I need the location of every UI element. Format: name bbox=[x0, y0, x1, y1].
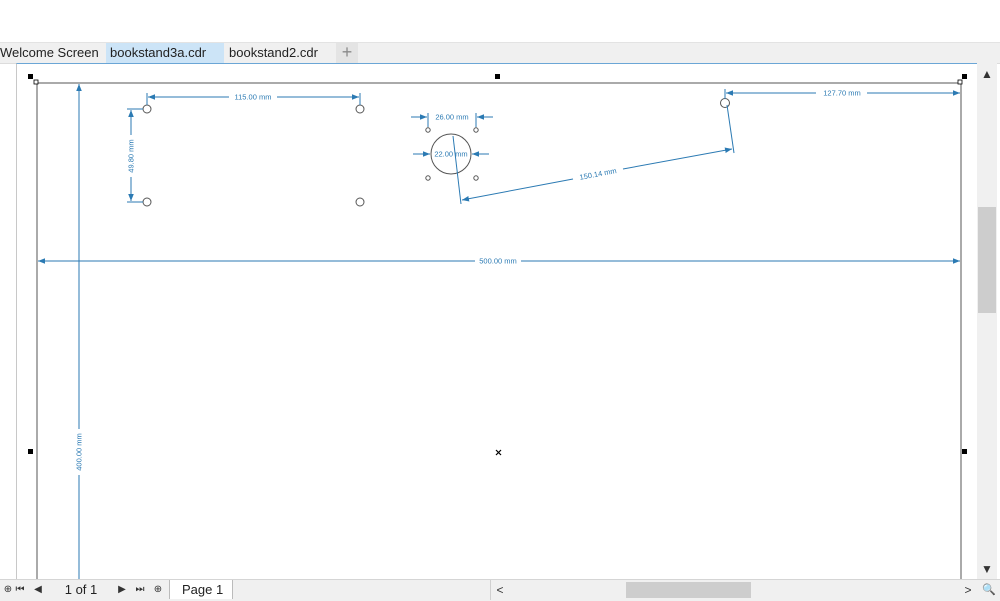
dimension-label-115: 115.00 mm bbox=[235, 93, 272, 102]
hole bbox=[720, 98, 730, 108]
dimension-label-22: 22.00 mm bbox=[434, 150, 467, 159]
handle-middle-right bbox=[962, 449, 967, 454]
scroll-right-icon[interactable]: > bbox=[959, 580, 977, 600]
mount-hole bbox=[425, 175, 431, 181]
tab-bookstand3a[interactable]: bookstand3a.cdr bbox=[106, 43, 224, 63]
dimension-diagonal-distance[interactable] bbox=[452, 104, 735, 205]
vertical-scrollbar[interactable]: ▲ ▼ bbox=[977, 63, 997, 580]
handle-corner-node bbox=[957, 79, 963, 85]
mount-hole bbox=[425, 127, 431, 133]
page-navigation-bar: ⊕ ⏮ ◀ 1 of 1 ▶ ⏭ ⊕ Page 1 < > 🔍 bbox=[0, 579, 1000, 601]
mount-hole bbox=[473, 175, 479, 181]
handle-top-right bbox=[962, 74, 967, 79]
dimension-label-127-70: 127.70 mm bbox=[823, 89, 861, 98]
scroll-up-icon[interactable]: ▲ bbox=[977, 65, 997, 83]
horizontal-scroll-thumb[interactable] bbox=[626, 582, 751, 598]
dimension-label-500: 500.00 mm bbox=[479, 257, 517, 266]
dimension-label-150-14: 150.14 mm bbox=[579, 166, 618, 182]
vertical-scroll-thumb[interactable] bbox=[978, 207, 996, 313]
new-tab-button[interactable]: + bbox=[336, 43, 358, 63]
tab-welcome-screen[interactable]: Welcome Screen bbox=[0, 43, 106, 63]
page-tab-label: Page 1 bbox=[182, 582, 224, 597]
previous-page-icon[interactable]: ◀ bbox=[30, 581, 46, 599]
handle-corner-node bbox=[33, 79, 39, 85]
scroll-down-icon[interactable]: ▼ bbox=[977, 560, 997, 578]
hole bbox=[142, 104, 152, 114]
hole bbox=[142, 197, 152, 207]
zoom-icon[interactable]: 🔍 bbox=[980, 580, 998, 600]
dimension-label-26: 26.00 mm bbox=[435, 113, 468, 122]
hole bbox=[355, 197, 365, 207]
handle-top-left bbox=[28, 74, 33, 79]
drawing-surface[interactable]: 115.00 mm 49.80 mm 26.00 mm 22.00 mm 150… bbox=[17, 64, 978, 581]
drawing-canvas[interactable]: 115.00 mm 49.80 mm 26.00 mm 22.00 mm 150… bbox=[16, 63, 978, 581]
page-count: 1 of 1 bbox=[64, 582, 98, 597]
handle-middle-left bbox=[28, 449, 33, 454]
hole bbox=[355, 104, 365, 114]
dimension-label-400: 400.00 mm bbox=[75, 433, 84, 471]
handle-top-center bbox=[495, 74, 500, 79]
scroll-left-icon[interactable]: < bbox=[491, 580, 509, 600]
tab-label: Welcome Screen bbox=[0, 45, 99, 60]
next-page-icon[interactable]: ▶ bbox=[114, 581, 130, 599]
tab-label: bookstand3a.cdr bbox=[110, 45, 207, 60]
mount-hole bbox=[473, 127, 479, 133]
center-marker[interactable] bbox=[495, 449, 502, 456]
plus-icon: + bbox=[341, 42, 353, 62]
last-page-icon[interactable]: ⏭ bbox=[132, 581, 148, 599]
tab-bookstand2[interactable]: bookstand2.cdr bbox=[224, 43, 336, 63]
tab-label: bookstand2.cdr bbox=[229, 45, 318, 60]
add-page-after-icon[interactable]: ⊕ bbox=[150, 581, 166, 599]
horizontal-scrollbar[interactable]: < > bbox=[490, 580, 979, 600]
page-tab-page-1[interactable]: Page 1 bbox=[169, 580, 233, 599]
document-tab-bar: Welcome Screen bookstand3a.cdr bookstand… bbox=[0, 42, 1000, 64]
first-page-icon[interactable]: ⏮ bbox=[12, 581, 28, 599]
dimension-label-49-80: 49.80 mm bbox=[127, 139, 136, 172]
